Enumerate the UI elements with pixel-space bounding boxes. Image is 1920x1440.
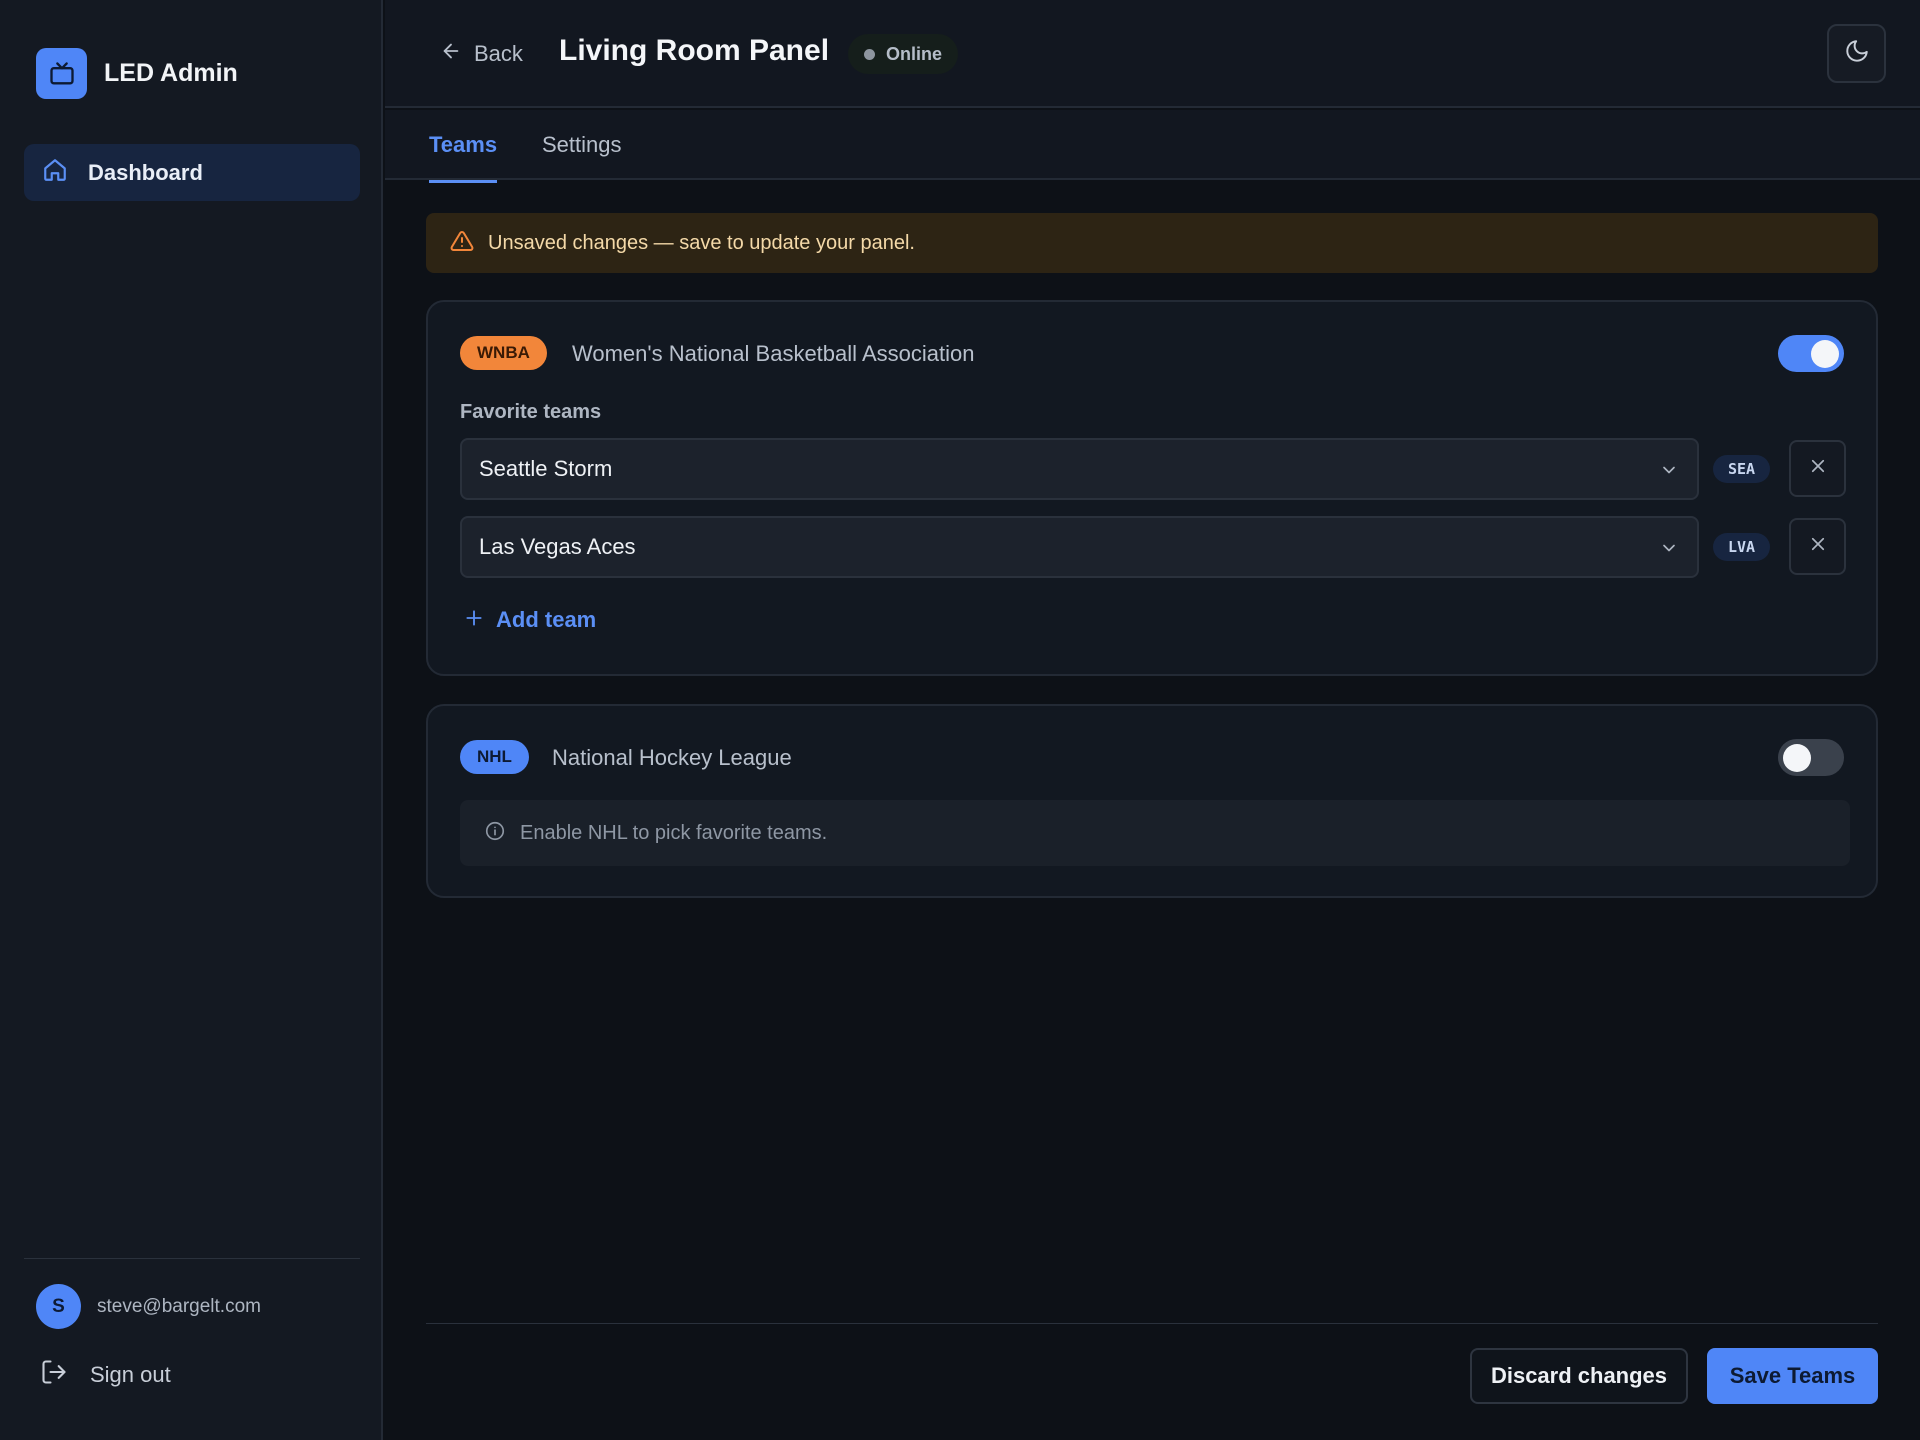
team-abbreviation: SEA xyxy=(1713,455,1771,483)
arrow-left-icon xyxy=(440,40,462,67)
theme-toggle-button[interactable] xyxy=(1827,24,1886,83)
tab-teams[interactable]: Teams xyxy=(429,132,498,183)
status-dot-icon xyxy=(864,48,875,60)
app-name: LED Admin xyxy=(104,59,238,87)
team-abbreviation: LVA xyxy=(1713,533,1771,561)
user-info: S steve@bargelt.com xyxy=(36,1284,261,1329)
status-label: Online xyxy=(886,43,943,64)
page-title: Living Room Panel xyxy=(559,34,830,67)
add-team-button[interactable]: Add team xyxy=(464,607,596,633)
sidebar: LED Admin Dashboard S steve@bargelt.com … xyxy=(0,0,383,1440)
toggle-knob xyxy=(1783,744,1811,772)
divider xyxy=(24,1258,360,1259)
add-team-label: Add team xyxy=(496,607,597,632)
sidebar-item-dashboard[interactable]: Dashboard xyxy=(24,144,360,201)
home-icon xyxy=(42,157,68,188)
close-icon xyxy=(1809,457,1827,480)
tv-icon xyxy=(36,48,87,99)
team-select[interactable]: Seattle Storm xyxy=(460,438,1699,500)
toggle-knob xyxy=(1811,340,1839,368)
info-text: Enable NHL to pick favorite teams. xyxy=(520,821,828,844)
brand[interactable]: LED Admin xyxy=(36,48,238,99)
league-name: Women's National Basketball Association xyxy=(572,341,975,366)
team-select[interactable]: Las Vegas Aces xyxy=(460,516,1699,578)
league-enabled-toggle[interactable] xyxy=(1778,335,1844,372)
tab-bar: Teams Settings xyxy=(385,110,1920,183)
league-badge: WNBA xyxy=(460,336,547,370)
remove-team-button[interactable] xyxy=(1789,518,1846,575)
page-header: Back Living Room Panel Online xyxy=(385,0,1920,108)
sign-out-label: Sign out xyxy=(90,1361,171,1387)
league-card-wnba: WNBA Women's National Basketball Associa… xyxy=(426,300,1878,676)
team-select-value: Seattle Storm xyxy=(479,456,613,481)
save-teams-button[interactable]: Save Teams xyxy=(1707,1348,1878,1404)
chevron-down-icon xyxy=(1659,538,1679,563)
league-name: National Hockey League xyxy=(552,745,792,770)
alert-text: Unsaved changes — save to update your pa… xyxy=(488,231,915,254)
team-row: Las Vegas Aces LVA xyxy=(460,516,1850,578)
user-email: steve@bargelt.com xyxy=(97,1295,261,1317)
status-badge: Online xyxy=(848,34,959,74)
info-icon xyxy=(484,820,506,847)
unsaved-changes-alert: Unsaved changes — save to update your pa… xyxy=(426,213,1878,273)
league-enabled-toggle[interactable] xyxy=(1778,739,1844,776)
league-card-nhl: NHL National Hockey League Enable NHL to… xyxy=(426,704,1878,898)
team-select-value: Las Vegas Aces xyxy=(479,534,636,559)
avatar: S xyxy=(36,1284,81,1329)
moon-icon xyxy=(1844,38,1870,69)
league-badge: NHL xyxy=(460,740,529,774)
back-button[interactable]: Back xyxy=(440,40,523,67)
sidebar-item-label: Dashboard xyxy=(88,159,203,185)
chevron-down-icon xyxy=(1659,460,1679,485)
back-label: Back xyxy=(474,40,523,66)
remove-team-button[interactable] xyxy=(1789,440,1846,497)
footer-divider xyxy=(426,1323,1878,1324)
warning-icon xyxy=(450,229,474,258)
favorite-teams-label: Favorite teams xyxy=(460,401,602,423)
info-message: Enable NHL to pick favorite teams. xyxy=(460,800,1850,866)
close-icon xyxy=(1809,535,1827,558)
plus-icon xyxy=(464,608,484,633)
logout-icon xyxy=(40,1358,68,1391)
sign-out-button[interactable]: Sign out xyxy=(40,1358,171,1391)
discard-changes-button[interactable]: Discard changes xyxy=(1470,1348,1688,1404)
team-row: Seattle Storm SEA xyxy=(460,438,1850,500)
tab-settings[interactable]: Settings xyxy=(542,132,622,180)
